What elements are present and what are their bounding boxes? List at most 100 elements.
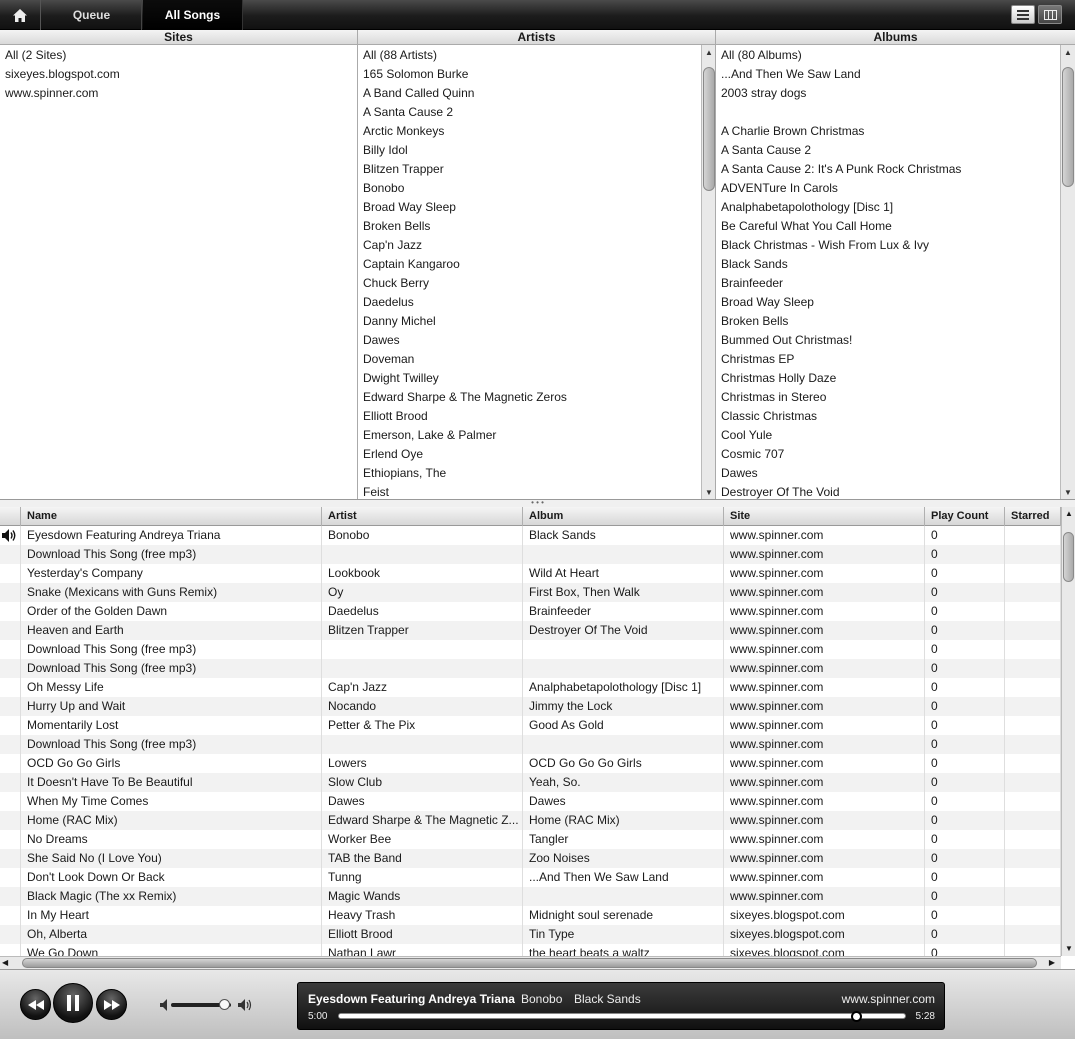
artist-list-item[interactable]: All (88 Artists) <box>358 46 715 65</box>
album-list-item[interactable]: Christmas in Stereo <box>716 388 1075 407</box>
now-playing-site[interactable]: www.spinner.com <box>842 992 935 1006</box>
tab-queue[interactable]: Queue <box>42 0 142 30</box>
starred-cell[interactable] <box>1005 887 1061 906</box>
artist-list-item[interactable]: Doveman <box>358 350 715 369</box>
album-list-item[interactable]: A Santa Cause 2: It's A Punk Rock Christ… <box>716 160 1075 179</box>
home-button[interactable] <box>0 0 41 30</box>
artist-list-item[interactable]: Dwight Twilley <box>358 369 715 388</box>
album-list-item[interactable]: Broad Way Sleep <box>716 293 1075 312</box>
artist-list-item[interactable]: Dawes <box>358 331 715 350</box>
scroll-right-icon[interactable]: ▶ <box>1049 957 1055 969</box>
album-list-item[interactable]: All (80 Albums) <box>716 46 1075 65</box>
starred-cell[interactable] <box>1005 621 1061 640</box>
album-list-item[interactable]: Cosmic 707 <box>716 445 1075 464</box>
album-list-item[interactable]: ADVENTure In Carols <box>716 179 1075 198</box>
list-view-button[interactable] <box>1011 5 1035 24</box>
starred-cell[interactable] <box>1005 564 1061 583</box>
site-list-item[interactable]: www.spinner.com <box>0 84 357 103</box>
starred-cell[interactable] <box>1005 545 1061 564</box>
album-list-item[interactable]: A Charlie Brown Christmas <box>716 122 1075 141</box>
artist-list-item[interactable]: Broad Way Sleep <box>358 198 715 217</box>
previous-button[interactable] <box>20 989 51 1020</box>
table-row[interactable]: Download This Song (free mp3) www.spinner… <box>0 659 1061 678</box>
album-list-item[interactable]: Black Christmas - Wish From Lux & Ivy <box>716 236 1075 255</box>
progress-knob[interactable] <box>850 1011 862 1022</box>
albums-scrollbar[interactable]: ▲ ▼ <box>1060 45 1075 499</box>
column-header-name[interactable]: Name <box>21 507 322 526</box>
scroll-up-icon[interactable]: ▲ <box>1062 507 1075 521</box>
table-row[interactable]: Oh Messy Life Cap'n Jazz Analphabetapoloth… <box>0 678 1061 697</box>
artist-list-item[interactable]: Chuck Berry <box>358 274 715 293</box>
starred-cell[interactable] <box>1005 849 1061 868</box>
starred-cell[interactable] <box>1005 716 1061 735</box>
album-list-item[interactable]: Analphabetapolothology [Disc 1] <box>716 198 1075 217</box>
starred-cell[interactable] <box>1005 925 1061 944</box>
artist-list-item[interactable]: Captain Kangaroo <box>358 255 715 274</box>
album-list-item[interactable]: Be Careful What You Call Home <box>716 217 1075 236</box>
album-list-item[interactable]: 2003 stray dogs <box>716 84 1075 103</box>
starred-cell[interactable] <box>1005 754 1061 773</box>
tab-all-songs[interactable]: All Songs <box>143 0 243 30</box>
artists-header[interactable]: Artists <box>358 30 716 45</box>
artist-list-item[interactable]: Blitzen Trapper <box>358 160 715 179</box>
starred-cell[interactable] <box>1005 697 1061 716</box>
artist-list-item[interactable]: Emerson, Lake & Palmer <box>358 426 715 445</box>
starred-cell[interactable] <box>1005 526 1061 545</box>
column-header-artist[interactable]: Artist <box>322 507 523 526</box>
table-row[interactable]: She Said No (I Love You) TAB the Band Zoo … <box>0 849 1061 868</box>
album-list-item[interactable]: A Santa Cause 2 <box>716 141 1075 160</box>
site-list-item[interactable]: sixeyes.blogspot.com <box>0 65 357 84</box>
table-row[interactable]: Download This Song (free mp3) www.spinner… <box>0 640 1061 659</box>
table-row[interactable]: No Dreams Worker Bee Tangler www.spinner.co… <box>0 830 1061 849</box>
scroll-left-icon[interactable]: ◀ <box>2 957 8 969</box>
starred-cell[interactable] <box>1005 868 1061 887</box>
now-playing-album[interactable]: Black Sands <box>574 992 641 1006</box>
scroll-down-icon[interactable]: ▼ <box>702 485 715 499</box>
column-header-album[interactable]: Album <box>523 507 724 526</box>
column-header-play-count[interactable]: Play Count <box>925 507 1005 526</box>
starred-cell[interactable] <box>1005 792 1061 811</box>
starred-cell[interactable] <box>1005 678 1061 697</box>
starred-cell[interactable] <box>1005 735 1061 754</box>
progress-bar[interactable] <box>338 1011 906 1022</box>
scroll-up-icon[interactable]: ▲ <box>1061 45 1075 59</box>
table-row[interactable]: It Doesn't Have To Be Beautiful Slow Club… <box>0 773 1061 792</box>
album-list-item[interactable]: Christmas EP <box>716 350 1075 369</box>
album-list-item[interactable]: Broken Bells <box>716 312 1075 331</box>
table-row[interactable]: Don't Look Down Or Back Tunng ...And Then … <box>0 868 1061 887</box>
scroll-up-icon[interactable]: ▲ <box>702 45 715 59</box>
artist-list-item[interactable]: Feist <box>358 483 715 499</box>
artist-list-item[interactable]: A Santa Cause 2 <box>358 103 715 122</box>
album-list-item[interactable]: Bummed Out Christmas! <box>716 331 1075 350</box>
albums-header[interactable]: Albums <box>716 30 1075 45</box>
volume-knob[interactable] <box>218 999 230 1010</box>
album-list-item[interactable]: Dawes <box>716 464 1075 483</box>
table-row[interactable]: Download This Song (free mp3) www.spinner… <box>0 545 1061 564</box>
table-row[interactable]: Order of the Golden Dawn Daedelus Brainfee… <box>0 602 1061 621</box>
starred-cell[interactable] <box>1005 602 1061 621</box>
starred-cell[interactable] <box>1005 640 1061 659</box>
artist-list-item[interactable]: Broken Bells <box>358 217 715 236</box>
artist-list-item[interactable]: Arctic Monkeys <box>358 122 715 141</box>
scroll-down-icon[interactable]: ▼ <box>1061 485 1075 499</box>
artist-list-item[interactable]: Cap'n Jazz <box>358 236 715 255</box>
albums-scroll-thumb[interactable] <box>1062 67 1074 187</box>
artist-list-item[interactable]: 165 Solomon Burke <box>358 65 715 84</box>
table-row[interactable]: Oh, Alberta Elliott Brood Tin Type sixeyes.… <box>0 925 1061 944</box>
next-button[interactable] <box>96 989 127 1020</box>
pane-splitter[interactable]: • • • <box>0 499 1075 507</box>
artist-list-item[interactable]: Danny Michel <box>358 312 715 331</box>
artist-list-item[interactable]: Ethiopians, The <box>358 464 715 483</box>
artist-list-item[interactable]: A Band Called Quinn <box>358 84 715 103</box>
album-list-item[interactable]: Christmas Holly Daze <box>716 369 1075 388</box>
table-row[interactable]: Heaven and Earth Blitzen Trapper Destroyer… <box>0 621 1061 640</box>
table-row[interactable]: In My Heart Heavy Trash Midnight soul sere… <box>0 906 1061 925</box>
table-row[interactable]: Yesterday's Company Lookbook Wild At Heart… <box>0 564 1061 583</box>
starred-cell[interactable] <box>1005 659 1061 678</box>
artists-scrollbar[interactable]: ▲ ▼ <box>701 45 715 499</box>
starred-cell[interactable] <box>1005 830 1061 849</box>
starred-cell[interactable] <box>1005 906 1061 925</box>
starred-cell[interactable] <box>1005 944 1061 956</box>
table-row[interactable]: We Go Down Nathan Lawr the heart beats a w… <box>0 944 1061 956</box>
artist-list-item[interactable]: Daedelus <box>358 293 715 312</box>
